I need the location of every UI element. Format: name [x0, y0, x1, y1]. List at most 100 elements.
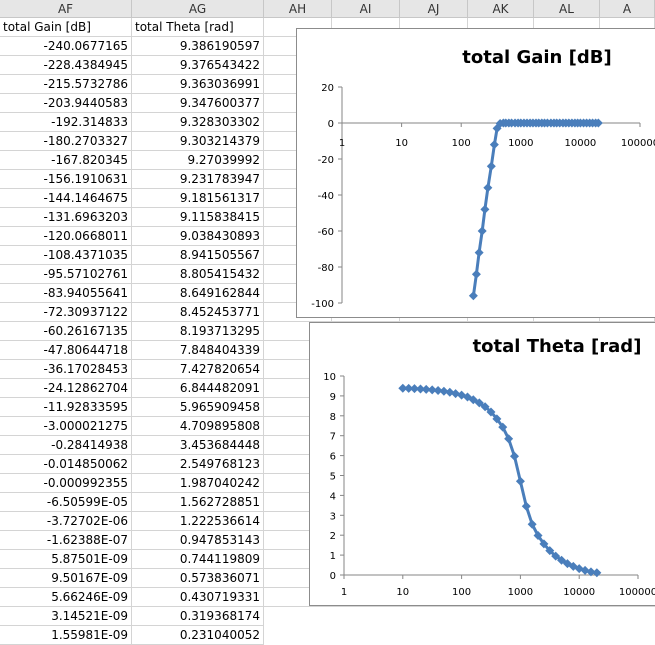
x-tick-label: 10 — [395, 138, 408, 149]
table-cell[interactable]: -83.94055641 — [0, 284, 132, 303]
column-header-ah[interactable]: AH — [264, 0, 332, 18]
x-tick-label: 1000 — [508, 138, 533, 149]
y-tick-label: 2 — [330, 531, 336, 542]
column-header-ak[interactable]: AK — [468, 0, 534, 18]
y-tick-label: 10 — [323, 372, 336, 383]
table-cell[interactable]: -131.6963203 — [0, 208, 132, 227]
table-cell[interactable]: 1.222536614 — [132, 512, 264, 531]
table-cell[interactable]: -228.4384945 — [0, 56, 132, 75]
table-cell[interactable]: 1.562728851 — [132, 493, 264, 512]
table-cell[interactable]: 0.744119809 — [132, 550, 264, 569]
y-tick-label: -80 — [318, 263, 334, 274]
y-tick-label: 7 — [330, 432, 336, 443]
table-cell[interactable]: -36.17028453 — [0, 360, 132, 379]
table-cell[interactable]: 3.453684448 — [132, 436, 264, 455]
table-cell[interactable]: 8.941505567 — [132, 246, 264, 265]
table-cell[interactable]: 9.376543422 — [132, 56, 264, 75]
table-cell[interactable]: 9.303214379 — [132, 132, 264, 151]
table-cell[interactable]: 8.805415432 — [132, 265, 264, 284]
column-header-af[interactable]: AF — [0, 0, 132, 18]
x-tick-label: 10 — [396, 587, 409, 598]
data-point — [486, 161, 496, 171]
table-cell[interactable]: -3.000021275 — [0, 417, 132, 436]
data-point — [480, 204, 490, 214]
table-cell[interactable]: 8.452453771 — [132, 303, 264, 322]
table-cell[interactable]: 5.87501E-09 — [0, 550, 132, 569]
data-point — [521, 501, 531, 511]
column-header-ag[interactable]: AG — [132, 0, 264, 18]
chart-title: total Gain [dB] — [462, 47, 611, 68]
table-cell[interactable]: 1.55981E-09 — [0, 626, 132, 645]
data-point — [489, 140, 499, 150]
column-header-a[interactable]: A — [600, 0, 655, 18]
y-tick-label: 20 — [321, 83, 334, 94]
table-cell[interactable]: 9.181561317 — [132, 189, 264, 208]
table-cell[interactable]: 0.430719331 — [132, 588, 264, 607]
table-cell[interactable]: -95.57102761 — [0, 265, 132, 284]
table-cell[interactable]: 0.231040052 — [132, 626, 264, 645]
table-cell[interactable]: -1.62388E-07 — [0, 531, 132, 550]
table-header-cell[interactable]: total Theta [rad] — [132, 18, 264, 37]
table-cell[interactable]: -192.314833 — [0, 113, 132, 132]
table-cell[interactable]: -0.28414938 — [0, 436, 132, 455]
table-cell[interactable]: -3.72702E-06 — [0, 512, 132, 531]
table-cell[interactable]: -0.000992355 — [0, 474, 132, 493]
table-cell[interactable]: 0.573836071 — [132, 569, 264, 588]
table-cell[interactable]: 0.947853143 — [132, 531, 264, 550]
table-cell[interactable]: -72.30937122 — [0, 303, 132, 322]
y-tick-label: 5 — [330, 472, 336, 483]
table-cell[interactable]: 2.549768123 — [132, 455, 264, 474]
table-cell[interactable]: -215.5732786 — [0, 75, 132, 94]
table-cell[interactable]: 9.50167E-09 — [0, 569, 132, 588]
y-tick-label: 0 — [328, 119, 334, 130]
table-cell[interactable]: 5.965909458 — [132, 398, 264, 417]
column-header-al[interactable]: AL — [534, 0, 600, 18]
column-header-aj[interactable]: AJ — [400, 0, 468, 18]
table-cell[interactable]: -156.1910631 — [0, 170, 132, 189]
table-cell[interactable]: -24.12862704 — [0, 379, 132, 398]
table-cell[interactable]: 1.987040242 — [132, 474, 264, 493]
table-header-cell[interactable]: total Gain [dB] — [0, 18, 132, 37]
table-cell[interactable]: -6.50599E-05 — [0, 493, 132, 512]
column-header-ai[interactable]: AI — [332, 0, 400, 18]
x-tick-label: 100 — [452, 587, 471, 598]
table-cell[interactable]: -240.0677165 — [0, 37, 132, 56]
gain-chart[interactable]: total Gain [dB] 20 0 -20 -40 -60 -80 -100 1 10 100… — [296, 28, 655, 318]
table-cell[interactable]: -108.4371035 — [0, 246, 132, 265]
data-point — [510, 451, 520, 461]
table-cell[interactable]: 4.709895808 — [132, 417, 264, 436]
x-tick-label: 1000 — [508, 587, 533, 598]
table-cell[interactable]: -60.26167135 — [0, 322, 132, 341]
x-tick-label: 1 — [339, 138, 345, 149]
data-point — [471, 269, 481, 279]
table-cell[interactable]: -120.0668011 — [0, 227, 132, 246]
table-cell[interactable]: -144.1464675 — [0, 189, 132, 208]
table-cell[interactable]: 9.363036991 — [132, 75, 264, 94]
table-cell[interactable]: 8.649162844 — [132, 284, 264, 303]
table-cell[interactable]: 9.328303302 — [132, 113, 264, 132]
table-cell[interactable]: -0.014850062 — [0, 455, 132, 474]
table-cell[interactable]: 9.231783947 — [132, 170, 264, 189]
table-cell[interactable]: -203.9440583 — [0, 94, 132, 113]
y-tick-label: 3 — [330, 511, 336, 522]
table-cell[interactable]: -180.2703327 — [0, 132, 132, 151]
x-tick-label: 1 — [341, 587, 347, 598]
theta-chart[interactable]: total Theta [rad] 10 9 8 7 6 5 4 3 2 1 0 1 10 100 1000 1… — [309, 322, 655, 606]
x-tick-label: 100000 — [621, 138, 655, 149]
table-cell[interactable]: -11.92833595 — [0, 398, 132, 417]
table-cell[interactable]: 8.193713295 — [132, 322, 264, 341]
table-cell[interactable]: 9.115838415 — [132, 208, 264, 227]
table-cell[interactable]: 9.038430893 — [132, 227, 264, 246]
table-cell[interactable]: 9.27039992 — [132, 151, 264, 170]
chart-title: total Theta [rad] — [473, 336, 642, 357]
table-cell[interactable]: 7.848404339 — [132, 341, 264, 360]
table-cell[interactable]: 0.319368174 — [132, 607, 264, 626]
table-cell[interactable]: 9.347600377 — [132, 94, 264, 113]
table-cell[interactable]: 5.66246E-09 — [0, 588, 132, 607]
table-cell[interactable]: 7.427820654 — [132, 360, 264, 379]
table-cell[interactable]: 9.386190597 — [132, 37, 264, 56]
table-cell[interactable]: -167.820345 — [0, 151, 132, 170]
table-cell[interactable]: 6.844482091 — [132, 379, 264, 398]
table-cell[interactable]: -47.80644718 — [0, 341, 132, 360]
table-cell[interactable]: 3.14521E-09 — [0, 607, 132, 626]
